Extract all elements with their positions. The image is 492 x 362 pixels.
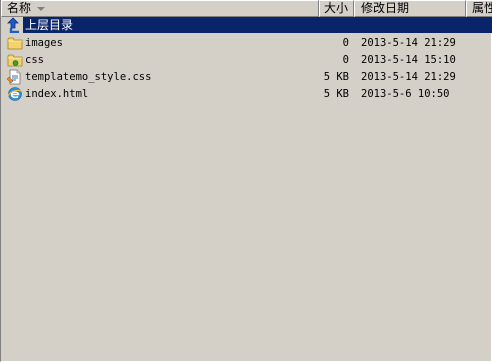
file-modified: 2013-5-14 21:29 xyxy=(361,37,456,49)
column-header-attributes[interactable]: 属性 xyxy=(466,0,492,17)
file-list-item[interactable]: images 0 2013-5-14 21:29 xyxy=(1,35,492,52)
html-file-icon xyxy=(7,87,23,101)
css-file-icon xyxy=(7,69,21,85)
file-name: index.html xyxy=(25,88,89,100)
parent-directory-item[interactable]: 上层目录 xyxy=(1,17,492,34)
folder-icon xyxy=(7,54,23,67)
column-header-size[interactable]: 大小 xyxy=(319,0,354,17)
file-list-pane[interactable]: 名称 大小 修改日期 属性 上层目录 images 0 2013-5-14 21… xyxy=(0,0,492,362)
column-header-modified[interactable]: 修改日期 xyxy=(354,0,466,17)
parent-directory-label: 上层目录 xyxy=(23,17,76,33)
column-header-name-label: 名称 xyxy=(7,1,32,15)
sort-down-icon xyxy=(37,6,46,11)
file-size: 0 xyxy=(342,37,349,49)
file-name: css xyxy=(25,54,44,66)
file-size: 5 KB xyxy=(323,71,349,83)
file-modified: 2013-5-14 21:29 xyxy=(361,71,456,83)
file-list-item[interactable]: index.html 5 KB 2013-5-6 10:50 xyxy=(1,86,492,103)
folder-icon xyxy=(7,37,23,50)
column-header: 名称 大小 修改日期 属性 xyxy=(1,0,492,17)
up-arrow-icon xyxy=(7,17,19,33)
file-name: templatemo_style.css xyxy=(25,71,152,83)
file-size: 5 KB xyxy=(323,88,349,100)
file-list-item[interactable]: templatemo_style.css 5 KB 2013-5-14 21:2… xyxy=(1,69,492,86)
file-modified: 2013-5-14 15:10 xyxy=(361,54,456,66)
file-list-item[interactable]: css 0 2013-5-14 15:10 xyxy=(1,52,492,69)
column-header-name[interactable]: 名称 xyxy=(1,0,319,17)
file-modified: 2013-5-6 10:50 xyxy=(361,88,450,100)
file-name: images xyxy=(25,37,63,49)
selection-highlight xyxy=(23,17,492,33)
file-size: 0 xyxy=(342,54,349,66)
